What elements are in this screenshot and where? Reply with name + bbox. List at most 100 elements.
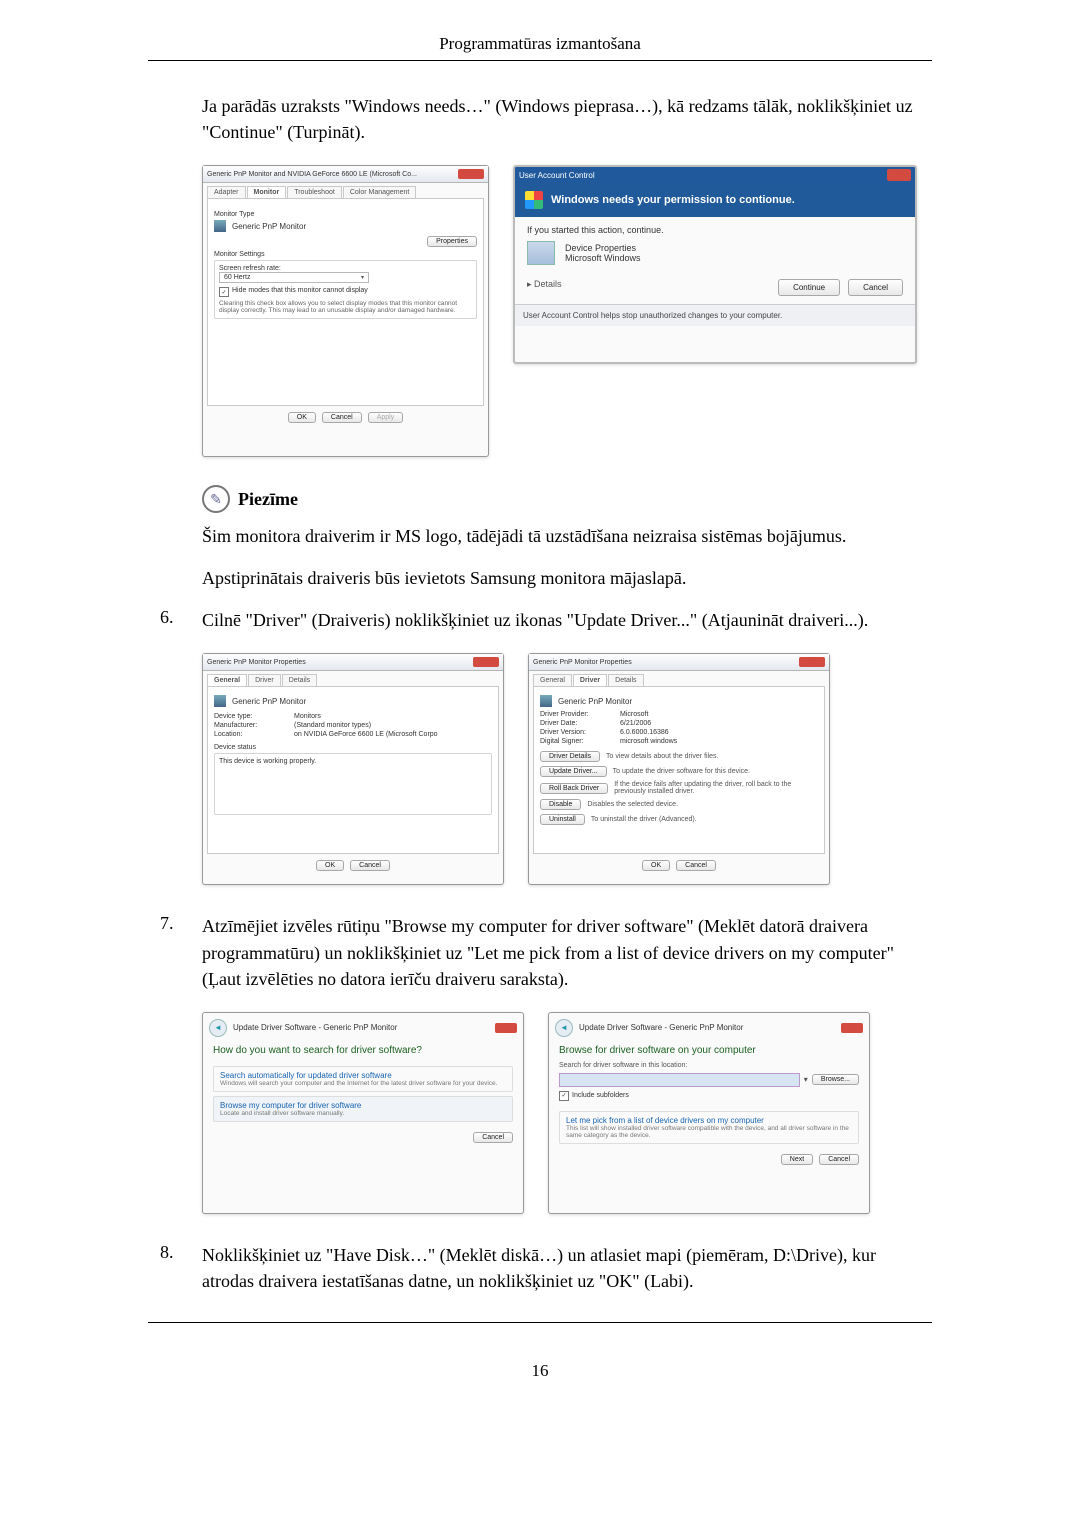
note-line-2: Apstiprinātais draiveris būs ievietots S… — [202, 565, 920, 591]
tab-general[interactable]: General — [207, 674, 247, 686]
ok-button[interactable]: OK — [288, 412, 316, 423]
rollback-driver-button[interactable]: Roll Back Driver — [540, 783, 608, 794]
browse-button[interactable]: Browse... — [812, 1074, 859, 1085]
header-rule — [148, 60, 932, 61]
close-icon[interactable] — [799, 657, 825, 667]
close-icon[interactable] — [458, 169, 484, 179]
device-status-text: This device is working properly. — [219, 758, 316, 765]
prop-key: Manufacturer: — [214, 722, 294, 729]
tab-color[interactable]: Color Management — [343, 186, 417, 198]
note-icon: ✎ — [202, 485, 230, 513]
close-icon[interactable] — [473, 657, 499, 667]
footer-rule — [148, 1322, 932, 1323]
uac-publisher: Microsoft Windows — [565, 253, 641, 263]
properties-list: Device type:Monitors Manufacturer:(Stand… — [214, 713, 492, 738]
group-label-monitor-type: Monitor Type — [214, 211, 477, 218]
back-icon[interactable]: ◄ — [555, 1019, 573, 1037]
titlebar: Generic PnP Monitor Properties — [529, 654, 829, 671]
apply-button[interactable]: Apply — [368, 412, 404, 423]
continue-button[interactable]: Continue — [778, 279, 840, 296]
step-8-text: Noklikšķiniet uz "Have Disk…" (Meklēt di… — [202, 1245, 876, 1291]
device-name: Generic PnP Monitor — [558, 697, 632, 706]
step-7-text: Atzīmējiet izvēles rūtiņu "Browse my com… — [202, 916, 894, 988]
cancel-button[interactable]: Cancel — [350, 860, 390, 871]
update-driver-button[interactable]: Update Driver... — [540, 766, 607, 777]
window-title: Update Driver Software - Generic PnP Mon… — [233, 1023, 397, 1032]
tab-general[interactable]: General — [533, 674, 572, 686]
tab-driver[interactable]: Driver — [573, 674, 607, 686]
details-toggle[interactable]: ▸ Details — [527, 279, 562, 296]
hide-modes-hint: Clearing this check box allows you to se… — [219, 300, 472, 314]
dialog-update-driver-search: ◄ Update Driver Software - Generic PnP M… — [202, 1012, 524, 1214]
uninstall-button[interactable]: Uninstall — [540, 814, 585, 825]
step-6-text: Cilnē "Driver" (Draiveris) noklikšķiniet… — [202, 610, 868, 630]
include-subfolders-checkbox[interactable]: ✓ — [559, 1091, 569, 1101]
details-label: Details — [534, 279, 562, 289]
running-head: Programmatūras izmantošana — [0, 34, 1080, 54]
refresh-rate-value: 60 Hertz — [224, 274, 250, 281]
step-number: 7. — [160, 913, 174, 934]
tab-driver[interactable]: Driver — [248, 674, 281, 686]
tab-details[interactable]: Details — [608, 674, 643, 686]
tab-monitor[interactable]: Monitor — [247, 186, 287, 198]
prop-value: (Standard monitor types) — [294, 722, 371, 729]
hide-modes-checkbox[interactable]: ✓ — [219, 287, 229, 297]
tab-details[interactable]: Details — [282, 674, 317, 686]
close-icon[interactable] — [841, 1023, 863, 1033]
close-icon[interactable] — [495, 1023, 517, 1033]
properties-button[interactable]: Properties — [427, 236, 477, 247]
window-title: Generic PnP Monitor Properties — [207, 659, 306, 666]
disable-button[interactable]: Disable — [540, 799, 581, 810]
step-7: 7. Atzīmējiet izvēles rūtiņu "Browse my … — [160, 913, 920, 1213]
uac-message-band: Windows needs your permission to contion… — [515, 183, 915, 217]
include-subfolders-label: Include subfolders — [572, 1092, 629, 1099]
ok-button[interactable]: OK — [642, 860, 670, 871]
note-heading: ✎ Piezīme — [202, 485, 920, 513]
option-browse-computer[interactable]: Browse my computer for driver software L… — [213, 1096, 513, 1122]
step-6: 6. Cilnē "Driver" (Draiveris) noklikšķin… — [160, 607, 920, 885]
cancel-button[interactable]: Cancel — [473, 1132, 513, 1143]
cancel-button[interactable]: Cancel — [848, 279, 903, 296]
close-icon[interactable] — [887, 169, 911, 181]
program-icon — [527, 241, 555, 265]
dialog-update-driver-browse: ◄ Update Driver Software - Generic PnP M… — [548, 1012, 870, 1214]
step-number: 8. — [160, 1242, 174, 1263]
window-title: Generic PnP Monitor Properties — [533, 659, 632, 666]
note-label: Piezīme — [238, 489, 298, 510]
wizard-heading: How do you want to search for driver sof… — [203, 1039, 523, 1062]
screenshot-row-monitor-uac: Generic PnP Monitor and NVIDIA GeForce 6… — [202, 165, 920, 457]
dialog-monitor-settings: Generic PnP Monitor and NVIDIA GeForce 6… — [202, 165, 489, 457]
monitor-icon — [214, 220, 226, 232]
cancel-button[interactable]: Cancel — [322, 412, 362, 423]
dialog-uac: User Account Control Windows needs your … — [513, 165, 917, 364]
prop-key: Location: — [214, 731, 294, 738]
cancel-button[interactable]: Cancel — [819, 1154, 859, 1165]
device-name: Generic PnP Monitor — [232, 697, 306, 706]
option-title: Browse my computer for driver software — [220, 1101, 506, 1110]
titlebar: User Account Control — [515, 167, 915, 183]
driver-details-button[interactable]: Driver Details — [540, 751, 600, 762]
monitor-icon — [540, 695, 552, 707]
tab-troubleshoot[interactable]: Troubleshoot — [287, 186, 342, 198]
hide-modes-label: Hide modes that this monitor cannot disp… — [232, 287, 368, 294]
refresh-rate-select[interactable]: 60 Hertz — [219, 272, 369, 283]
option-search-auto[interactable]: Search automatically for updated driver … — [213, 1066, 513, 1092]
cancel-button[interactable]: Cancel — [676, 860, 716, 871]
shield-icon — [525, 191, 543, 209]
option-desc: Windows will search your computer and th… — [220, 1080, 506, 1087]
prop-key: Device type: — [214, 713, 294, 720]
prop-value: 6.0.6000.16386 — [620, 729, 669, 736]
tab-adapter[interactable]: Adapter — [207, 186, 246, 198]
button-desc: To uninstall the driver (Advanced). — [591, 816, 697, 823]
prop-value: on NVIDIA GeForce 6600 LE (Microsoft Cor… — [294, 731, 438, 738]
device-status-label: Device status — [214, 744, 492, 751]
back-icon[interactable]: ◄ — [209, 1019, 227, 1037]
option-title: Search automatically for updated driver … — [220, 1071, 506, 1080]
option-title: Let me pick from a list of device driver… — [566, 1116, 852, 1125]
location-input[interactable] — [559, 1073, 800, 1087]
ok-button[interactable]: OK — [316, 860, 344, 871]
option-let-me-pick[interactable]: Let me pick from a list of device driver… — [559, 1111, 859, 1144]
next-button[interactable]: Next — [781, 1154, 813, 1165]
button-desc: If the device fails after updating the d… — [614, 781, 818, 795]
prop-value: Monitors — [294, 713, 321, 720]
